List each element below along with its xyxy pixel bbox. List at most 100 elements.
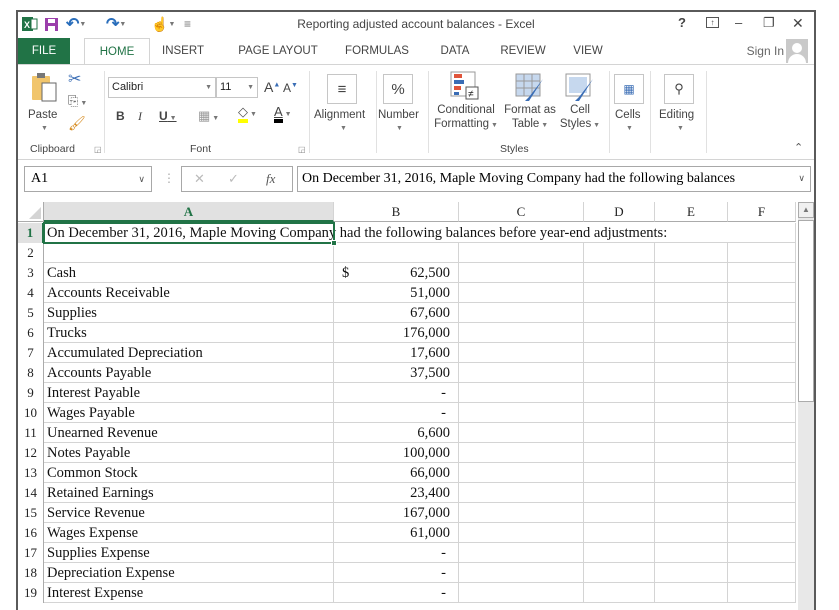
cell-e[interactable]	[655, 483, 728, 503]
shrink-font-button[interactable]: A▼	[283, 81, 298, 95]
cells-icon[interactable]: ▦	[614, 74, 644, 104]
cell-d[interactable]	[584, 363, 655, 383]
row-header[interactable]: 2	[18, 243, 44, 263]
cell-d[interactable]	[584, 243, 655, 263]
paste-button[interactable]: Paste	[28, 109, 57, 121]
row-header[interactable]: 6	[18, 323, 44, 343]
cell-e[interactable]	[655, 243, 728, 263]
underline-button[interactable]: U ▼	[159, 109, 177, 123]
cell-a[interactable]: Accumulated Depreciation	[44, 343, 334, 363]
cell-c[interactable]	[459, 403, 584, 423]
cell-b[interactable]: -	[334, 403, 459, 423]
row-header[interactable]: 4	[18, 283, 44, 303]
cell-a[interactable]: Interest Payable	[44, 383, 334, 403]
cell-d[interactable]	[584, 543, 655, 563]
cell-a[interactable]: Trucks	[44, 323, 334, 343]
row-header[interactable]: 3	[18, 263, 44, 283]
enter-icon[interactable]: ✓	[228, 171, 239, 187]
cell-a[interactable]: Supplies Expense	[44, 543, 334, 563]
cell-c[interactable]	[459, 423, 584, 443]
column-header-b[interactable]: B	[334, 202, 459, 222]
font-size-select[interactable]: 11 ▼	[216, 77, 258, 98]
insert-function-icon[interactable]: fx	[266, 171, 275, 187]
cell-d[interactable]	[584, 383, 655, 403]
cell-a[interactable]	[44, 243, 334, 263]
cell-b[interactable]: 6,600	[334, 423, 459, 443]
cell-a[interactable]: On December 31, 2016, Maple Moving Compa…	[44, 223, 667, 243]
cell-c[interactable]	[459, 583, 584, 603]
cell-a[interactable]: Service Revenue	[44, 503, 334, 523]
paste-dropdown-icon[interactable]: ▼	[41, 125, 48, 132]
cell-c[interactable]	[459, 483, 584, 503]
copy-icon[interactable]: ⎘ ▼	[68, 93, 87, 109]
cell-d[interactable]	[584, 463, 655, 483]
cell-d[interactable]	[584, 503, 655, 523]
scroll-up-icon[interactable]: ▲	[798, 202, 814, 218]
scrollbar-thumb[interactable]	[798, 220, 814, 402]
paste-icon[interactable]	[30, 71, 57, 105]
font-name-select[interactable]: Calibri ▼	[108, 77, 216, 98]
row-header[interactable]: 11	[18, 423, 44, 443]
collapse-ribbon-icon[interactable]: ⌃	[794, 141, 803, 154]
cell-f[interactable]	[728, 543, 796, 563]
borders-button[interactable]: ▦ ▼	[198, 108, 219, 124]
cell-c[interactable]	[459, 523, 584, 543]
cell-e[interactable]	[655, 583, 728, 603]
cell-a[interactable]: Wages Expense	[44, 523, 334, 543]
restore-icon[interactable]: ❐	[763, 15, 775, 31]
cell-a[interactable]: Interest Expense	[44, 583, 334, 603]
cell-d[interactable]	[584, 263, 655, 283]
formula-bar-resize-handle[interactable]: ⋮	[163, 171, 175, 185]
cell-f[interactable]	[728, 383, 796, 403]
font-launcher-icon[interactable]: ◲	[298, 145, 306, 154]
cell-f[interactable]	[728, 343, 796, 363]
tab-file[interactable]: FILE	[18, 38, 70, 64]
cell-a[interactable]: Accounts Receivable	[44, 283, 334, 303]
column-header-e[interactable]: E	[655, 202, 728, 222]
cell-e[interactable]	[655, 563, 728, 583]
cell-c[interactable]	[459, 543, 584, 563]
tab-review[interactable]: REVIEW	[495, 38, 551, 64]
cell-a[interactable]: Unearned Revenue	[44, 423, 334, 443]
cell-a[interactable]: Supplies	[44, 303, 334, 323]
cell-c[interactable]	[459, 243, 584, 263]
row-header[interactable]: 12	[18, 443, 44, 463]
number-button[interactable]: Number	[378, 109, 419, 121]
cell-d[interactable]	[584, 523, 655, 543]
cell-f[interactable]	[728, 323, 796, 343]
vertical-scrollbar[interactable]: ▲	[798, 202, 814, 610]
cell-e[interactable]	[655, 343, 728, 363]
row-header[interactable]: 10	[18, 403, 44, 423]
cell-d[interactable]	[584, 323, 655, 343]
tab-view[interactable]: VIEW	[568, 38, 608, 64]
row-header[interactable]: 18	[18, 563, 44, 583]
minimize-icon[interactable]: –	[735, 15, 742, 30]
cell-d[interactable]	[584, 583, 655, 603]
cell-e[interactable]	[655, 523, 728, 543]
cell-styles-button[interactable]: Cell Styles ▼	[556, 103, 604, 133]
cell-a[interactable]: Cash	[44, 263, 334, 283]
column-header-c[interactable]: C	[459, 202, 584, 222]
cell-f[interactable]	[728, 443, 796, 463]
row-header[interactable]: 15	[18, 503, 44, 523]
ribbon-display-options-icon[interactable]: ↑	[706, 17, 719, 28]
cell-a[interactable]: Wages Payable	[44, 403, 334, 423]
cell-e[interactable]	[655, 543, 728, 563]
cell-a[interactable]: Retained Earnings	[44, 483, 334, 503]
cell-f[interactable]	[728, 503, 796, 523]
cell-f[interactable]	[728, 263, 796, 283]
cell-b[interactable]: 176,000	[334, 323, 459, 343]
row-header[interactable]: 16	[18, 523, 44, 543]
cell-e[interactable]	[655, 303, 728, 323]
cell-b[interactable]: 100,000	[334, 443, 459, 463]
editing-button[interactable]: Editing	[659, 109, 694, 121]
row-header[interactable]: 1	[18, 223, 44, 243]
cell-f[interactable]	[728, 523, 796, 543]
cell-d[interactable]	[584, 303, 655, 323]
cell-c[interactable]	[459, 383, 584, 403]
help-icon[interactable]: ?	[678, 15, 686, 30]
cell-d[interactable]	[584, 403, 655, 423]
cancel-icon[interactable]: ✕	[194, 171, 205, 187]
cell-f[interactable]	[728, 463, 796, 483]
cell-c[interactable]	[459, 463, 584, 483]
